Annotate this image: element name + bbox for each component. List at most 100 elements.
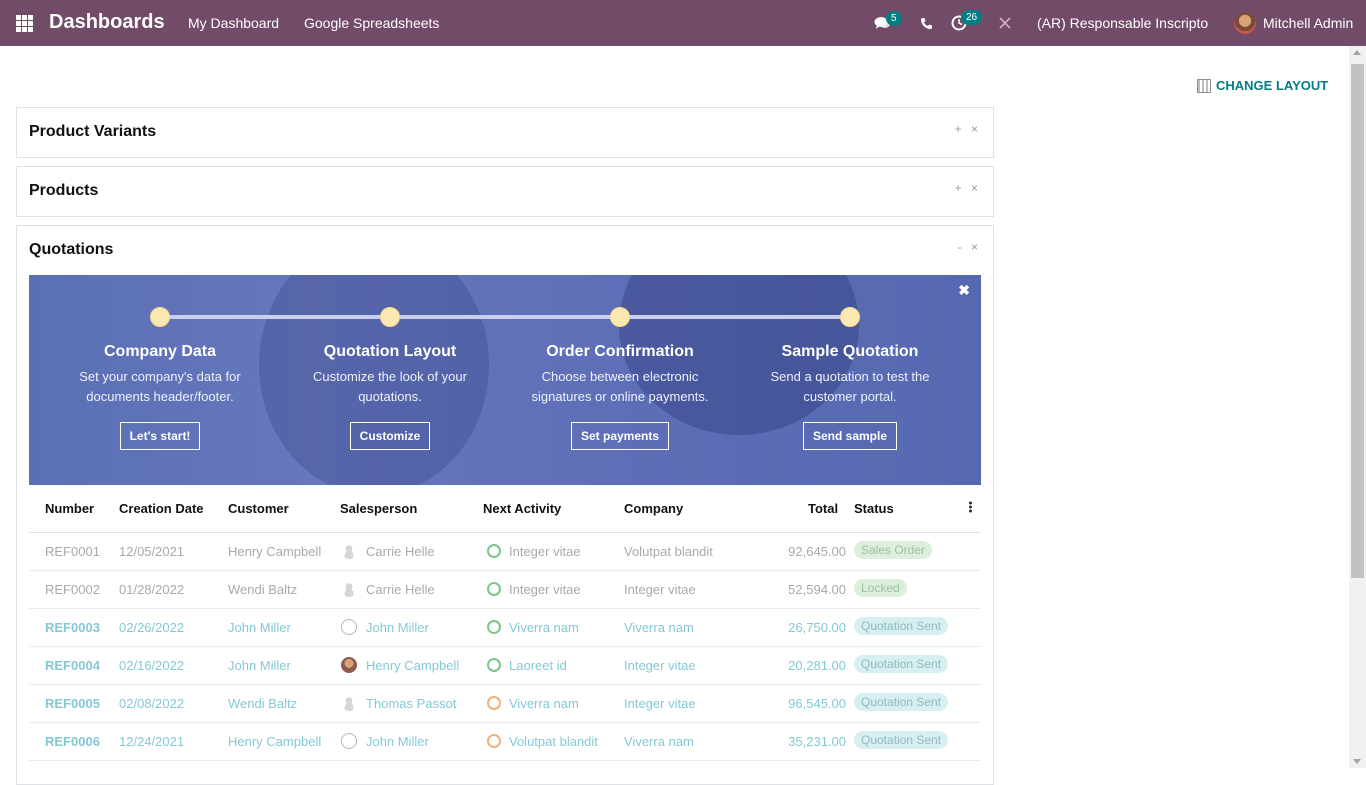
status-badge: Quotation Sent — [854, 731, 949, 749]
top-navbar: Dashboards My Dashboard Google Spreadshe… — [0, 0, 1366, 46]
cell-activity: Volutpat blandit — [509, 734, 598, 749]
activity-clock-icon[interactable] — [487, 696, 501, 710]
status-badge: Locked — [854, 579, 907, 597]
progress-line — [160, 315, 850, 319]
cell-salesperson: Thomas Passot — [366, 696, 457, 711]
activity-clock-icon[interactable] — [487, 620, 501, 634]
cell-number: REF0006 — [45, 734, 100, 749]
column-salesperson[interactable]: Salesperson — [340, 501, 417, 516]
column-status[interactable]: Status — [854, 501, 894, 516]
cell-date: 02/16/2022 — [119, 658, 185, 673]
status-badge: Quotation Sent — [854, 617, 949, 635]
cell-activity: Viverra nam — [509, 696, 579, 711]
step-description: Customize the look of your quotations. — [313, 369, 467, 404]
panel-products: Products + × — [16, 166, 994, 217]
cell-customer: Wendi Baltz — [228, 582, 298, 597]
lets-start-button[interactable]: Let's start! — [119, 422, 201, 450]
column-total[interactable]: Total — [808, 501, 838, 516]
step-dot — [380, 307, 400, 327]
set-payments-button[interactable]: Set payments — [570, 422, 670, 450]
cell-number: REF0001 — [45, 544, 100, 559]
table-row[interactable]: REF0005 02/08/2022 Wendi Baltz Thomas Pa… — [29, 685, 981, 723]
table-row[interactable]: REF0002 01/28/2022 Wendi Baltz Carrie He… — [29, 571, 981, 609]
cell-company: Integer vitae — [624, 582, 696, 597]
table-row[interactable]: REF0006 12/24/2021 Henry Campbell John M… — [29, 723, 981, 761]
scroll-up-arrow-icon[interactable] — [1353, 50, 1361, 55]
menu-google-spreadsheets[interactable]: Google Spreadsheets — [304, 15, 439, 31]
change-layout-label: CHANGE LAYOUT — [1216, 78, 1329, 93]
company-switcher[interactable]: (AR) Responsable Inscripto — [1037, 0, 1208, 46]
salesperson-avatar-icon — [341, 695, 357, 711]
column-company[interactable]: Company — [624, 501, 683, 516]
messaging-menu[interactable]: 5 — [874, 0, 904, 46]
table-row[interactable]: REF0001 12/05/2021 Henry Campbell Carrie… — [29, 533, 981, 571]
table-row[interactable]: REF0004 02/16/2022 John Miller Henry Cam… — [29, 647, 981, 685]
vertical-scrollbar[interactable] — [1349, 46, 1366, 768]
status-badge: Sales Order — [854, 541, 933, 559]
debug-tools-menu[interactable] — [998, 0, 1014, 46]
user-menu[interactable]: Mitchell Admin — [1234, 0, 1353, 46]
activity-clock-icon[interactable] — [487, 734, 501, 748]
cell-customer: John Miller — [228, 620, 291, 635]
change-layout-button[interactable]: CHANGE LAYOUT — [1197, 78, 1328, 93]
cell-number: REF0003 — [45, 620, 100, 635]
column-creation-date[interactable]: Creation Date — [119, 501, 204, 516]
panel-quotations: Quotations - × ✖ Company Data Set your c… — [16, 225, 994, 785]
tools-icon — [999, 17, 1011, 29]
user-name: Mitchell Admin — [1263, 15, 1354, 31]
salesperson-avatar-icon — [341, 657, 357, 673]
cell-date: 12/24/2021 — [119, 734, 185, 749]
salesperson-avatar-icon — [341, 619, 357, 635]
column-number[interactable]: Number — [45, 501, 94, 516]
cell-activity: Integer vitae — [509, 544, 581, 559]
table-row[interactable]: REF0003 02/26/2022 John Miller John Mill… — [29, 609, 981, 647]
panel-title: Product Variants — [29, 123, 157, 140]
cell-customer: Henry Campbell — [228, 734, 322, 749]
cell-salesperson: Carrie Helle — [366, 544, 435, 559]
cell-salesperson: John Miller — [366, 620, 429, 635]
send-sample-button[interactable]: Send sample — [802, 422, 898, 450]
step-description: Choose between electronic signatures or … — [531, 369, 709, 404]
activity-clock-icon[interactable] — [487, 658, 501, 672]
apps-menu-icon[interactable] — [16, 15, 33, 32]
activity-clock-icon[interactable] — [487, 544, 501, 558]
cell-activity: Viverra nam — [509, 620, 579, 635]
step-title: Company Data — [103, 343, 217, 360]
phone-icon — [921, 17, 932, 29]
panel-toggle-close-controls[interactable]: + × — [955, 181, 981, 195]
step-company-data: Company Data Set your company's data for… — [60, 343, 260, 450]
step-dot — [150, 307, 170, 327]
optional-columns-icon[interactable] — [969, 501, 972, 513]
salesperson-avatar-icon — [341, 733, 357, 749]
scrollbar-thumb[interactable] — [1351, 64, 1364, 578]
scroll-down-arrow-icon[interactable] — [1353, 759, 1361, 764]
panel-toggle-close-controls[interactable]: + × — [955, 122, 981, 136]
step-description: Send a quotation to test the customer po… — [770, 369, 930, 404]
activity-menu[interactable]: 26 — [951, 0, 985, 46]
panel-fold-close-controls[interactable]: - × — [958, 240, 981, 254]
status-badge: Quotation Sent — [854, 655, 949, 673]
step-quotation-layout: Quotation Layout Customize the look of y… — [290, 343, 490, 450]
close-onboarding-icon[interactable]: ✖ — [958, 282, 970, 299]
salesperson-avatar-icon — [341, 543, 357, 559]
column-next-activity[interactable]: Next Activity — [483, 501, 561, 516]
customize-button[interactable]: Customize — [349, 422, 431, 450]
cell-customer: Henry Campbell — [228, 544, 322, 559]
app-title[interactable]: Dashboards — [49, 11, 165, 34]
phone-menu[interactable] — [920, 0, 936, 46]
step-description: Set your company's data for documents he… — [79, 369, 241, 404]
salesperson-avatar-icon — [341, 581, 357, 597]
activity-clock-icon[interactable] — [487, 582, 501, 596]
onboarding-banner: ✖ Company Data Set your company's data f… — [29, 275, 981, 485]
cell-salesperson: Henry Campbell — [366, 658, 460, 673]
cell-total: 92,645.00 — [788, 544, 846, 559]
table-header: Number Creation Date Customer Salesperso… — [29, 485, 981, 533]
cell-total: 96,545.00 — [788, 696, 846, 711]
cell-activity: Integer vitae — [509, 582, 581, 597]
step-sample-quotation: Sample Quotation Send a quotation to tes… — [750, 343, 950, 450]
dashboard-main: CHANGE LAYOUT Product Variants + × Produ… — [0, 46, 1366, 785]
menu-my-dashboard[interactable]: My Dashboard — [188, 15, 279, 31]
step-title: Order Confirmation — [546, 343, 694, 360]
step-order-confirmation: Order Confirmation Choose between electr… — [520, 343, 720, 450]
column-customer[interactable]: Customer — [228, 501, 289, 516]
